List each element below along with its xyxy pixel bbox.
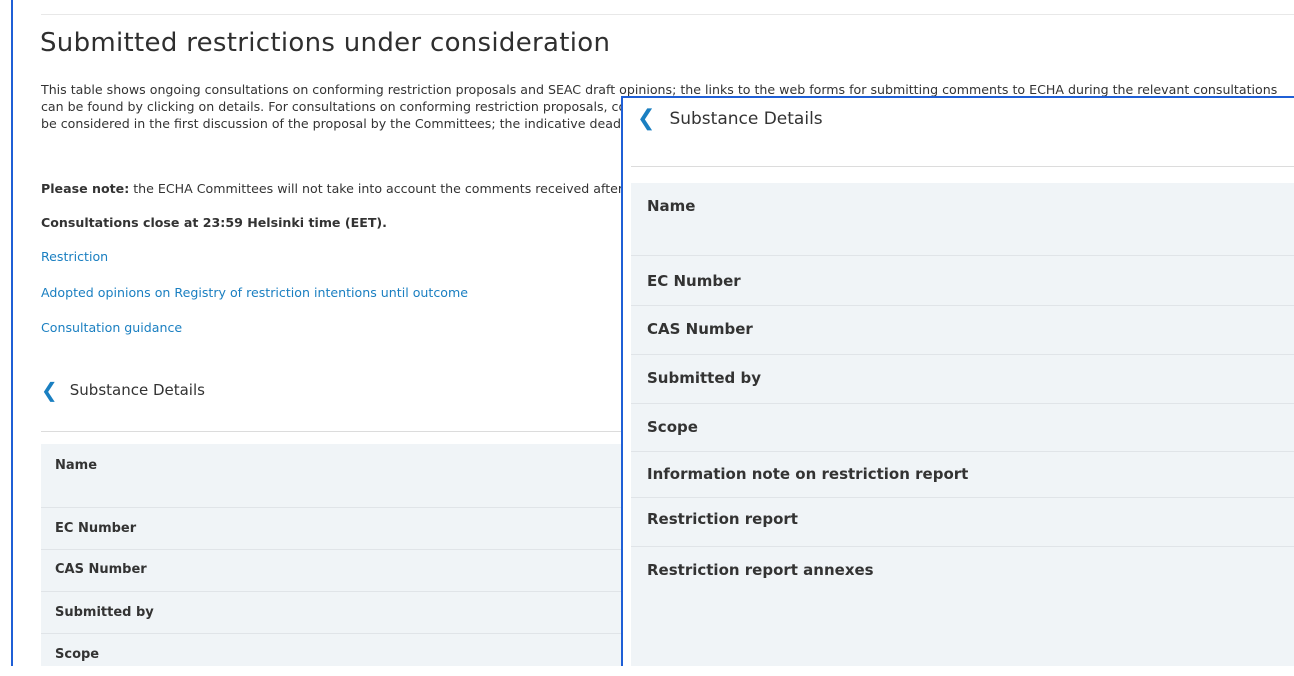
- panel-restriction-report-label: Restriction report: [647, 510, 798, 528]
- cas-number-label: CAS Number: [55, 562, 147, 577]
- panel-divider: [631, 166, 1294, 167]
- table-row: CAS Number: [631, 305, 1294, 355]
- highlight-border: [11, 0, 13, 666]
- section-divider: [41, 431, 621, 432]
- submitted-by-label: Submitted by: [55, 605, 154, 620]
- table-row: Submitted by: [631, 354, 1294, 404]
- panel-substance-details-header[interactable]: ❮ Substance Details: [637, 106, 823, 131]
- table-row: Restriction report annexes: [631, 546, 1294, 653]
- consultation-guidance-link[interactable]: Consultation guidance: [41, 320, 182, 335]
- panel-info-note-label: Information note on restriction report: [647, 465, 969, 483]
- table-row: Name: [41, 444, 621, 507]
- panel-scope-label: Scope: [647, 418, 698, 436]
- substance-details-table: Name EC Number CAS Number Submitted by S…: [41, 444, 621, 666]
- panel-substance-details-title: Substance Details: [669, 108, 823, 129]
- chevron-left-icon[interactable]: ❮: [637, 106, 655, 131]
- restriction-link[interactable]: Restriction: [41, 249, 108, 264]
- page-title: Submitted restrictions under considerati…: [40, 28, 611, 58]
- panel-submitted-by-label: Submitted by: [647, 369, 761, 387]
- panel-substance-details-table: Name EC Number CAS Number Submitted by S…: [631, 183, 1294, 666]
- chevron-left-icon[interactable]: ❮: [41, 378, 58, 402]
- table-row: Restriction report: [631, 497, 1294, 547]
- table-row: Submitted by: [41, 591, 621, 634]
- table-row: Scope: [41, 633, 621, 676]
- ec-number-label: EC Number: [55, 521, 137, 536]
- table-row: Name: [631, 183, 1294, 255]
- panel-cas-number-label: CAS Number: [647, 320, 753, 338]
- consultation-close-time: Consultations close at 23:59 Helsinki ti…: [41, 215, 387, 230]
- table-row: EC Number: [631, 255, 1294, 306]
- table-row: CAS Number: [41, 549, 621, 592]
- note-label: Please note:: [41, 181, 130, 196]
- panel-ec-number-label: EC Number: [647, 272, 741, 290]
- panel-report-annexes-label: Restriction report annexes: [647, 561, 874, 579]
- adopted-opinions-link[interactable]: Adopted opinions on Registry of restrict…: [41, 285, 468, 300]
- substance-details-zoom-panel: ❮ Substance Details Name EC Number CAS N…: [621, 96, 1294, 666]
- substance-details-title: Substance Details: [69, 381, 205, 399]
- substance-details-header[interactable]: ❮ Substance Details: [41, 378, 205, 402]
- table-row: EC Number: [41, 507, 621, 550]
- scope-label: Scope: [55, 647, 100, 662]
- table-row: Information note on restriction report: [631, 451, 1294, 498]
- table-row: Scope: [631, 403, 1294, 452]
- top-divider: [41, 14, 1294, 15]
- name-label: Name: [55, 458, 98, 473]
- panel-name-label: Name: [647, 197, 696, 215]
